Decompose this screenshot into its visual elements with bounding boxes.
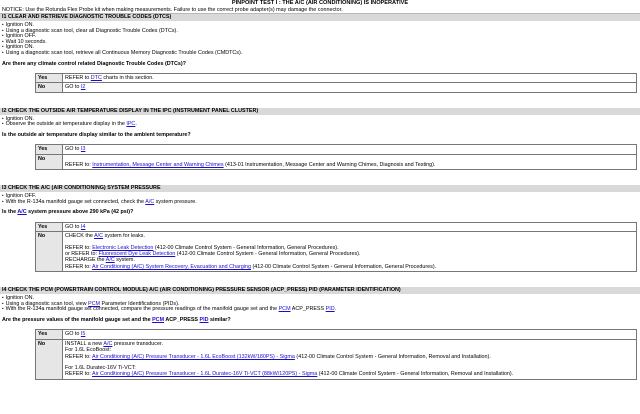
answer-row-no: No INSTALL a new A/C pressure transducer… (35, 338, 637, 380)
answer-label: Yes (35, 72, 63, 84)
answer-label: Yes (35, 329, 63, 340)
answer-text: REFER to: Instrumentation, Message Cente… (62, 153, 637, 171)
answer-row-no: No REFER to: Instrumentation, Message Ce… (35, 153, 637, 171)
answer-label: No (35, 82, 63, 93)
answer-text: INSTALL a new A/C pressure transducer. F… (62, 338, 637, 380)
answer-label: No (35, 153, 63, 171)
answer-table: Yes GO to I4 No CHECK the A/C system for… (35, 221, 637, 273)
answer-text: GO to I4 (62, 221, 637, 233)
answer-pre: REFER to (65, 74, 91, 81)
answer-row-yes: Yes GO to I4 (35, 221, 637, 233)
ipc-link[interactable]: IPC (126, 121, 135, 128)
answer-post: (412-00 Climate Control System - General… (250, 263, 437, 270)
answer-table: Yes GO to I3 No REFER to: Instrumentatio… (35, 144, 637, 171)
answer-row-no: No GO to I2 (35, 82, 637, 93)
answer-line: REFER to: Air Conditioning (A/C) System … (65, 264, 634, 270)
question-mid: ACP_PRESS (164, 317, 200, 323)
dtc-link[interactable]: DTC (91, 75, 102, 81)
transducer-duratec-link[interactable]: Air Conditioning (A/C) Pressure Transduc… (92, 371, 317, 377)
answer-pre: REFER to: (65, 263, 92, 270)
bullet-text: With the R-134a manifold gauge set conne… (5, 306, 279, 313)
goto-i5-link[interactable]: I5 (81, 331, 86, 337)
ac-link[interactable]: A/C (106, 257, 115, 263)
bullet-text: ACP_PRESS (290, 306, 326, 313)
answer-pre: GO to (65, 84, 81, 91)
question-post: similar? (208, 317, 231, 323)
notice: NOTICE: Use the Rotunda Flex Probe kit w… (0, 6, 640, 14)
pid-link[interactable]: PID (200, 317, 209, 323)
answer-pre: GO to (65, 331, 81, 338)
answer-row-yes: Yes REFER to DTC charts in this section. (35, 72, 637, 84)
step-bullets: Ignition ON. Using a diagnostic scan too… (0, 22, 640, 55)
goto-i2-link[interactable]: I2 (81, 84, 86, 90)
goto-i4-link[interactable]: I4 (81, 224, 86, 230)
step-i2: I2 CHECK THE OUTSIDE AIR TEMPERATURE DIS… (0, 107, 640, 171)
answer-row-yes: Yes GO to I5 (35, 329, 637, 340)
answer-pre: or REFER to: (65, 251, 99, 257)
step-header: I1 CLEAR AND RETRIEVE DIAGNOSTIC TROUBLE… (0, 14, 640, 21)
step-header: I2 CHECK THE OUTSIDE AIR TEMPERATURE DIS… (0, 107, 640, 115)
answer-text: GO to I2 (62, 82, 637, 93)
answer-post: system. (114, 257, 135, 264)
step-header: I3 CHECK THE A/C (AIR CONDITIONING) SYST… (0, 185, 640, 193)
answer-post: pressure transducer. (112, 340, 163, 347)
step-bullets: Ignition ON. Observe the outside air tem… (0, 116, 640, 127)
answer-text: REFER to DTC charts in this section. (62, 72, 637, 84)
answer-pre: REFER to: (65, 244, 93, 251)
answer-row-no: No CHECK the A/C system for leaks. REFER… (35, 231, 637, 273)
bullet-text: Observe the outside air temperature disp… (5, 121, 127, 128)
ac-link[interactable]: A/C (145, 199, 154, 205)
answer-text: CHECK the A/C system for leaks. REFER to… (62, 231, 637, 273)
step-i3: I3 CHECK THE A/C (AIR CONDITIONING) SYST… (0, 185, 640, 273)
step-bullets: Ignition OFF. With the R-134a manifold g… (0, 193, 640, 205)
answer-post: (412-00 Climate Control System - General… (175, 251, 361, 257)
answer-table: Yes GO to I5 No INSTALL a new A/C pressu… (35, 329, 637, 380)
answer-post: (413-01 Instrumentation, Message Center … (223, 161, 436, 168)
answer-pre: INSTALL a new (65, 340, 104, 347)
answer-label: Yes (35, 221, 63, 233)
answer-post: (412-00 Climate Control System - General… (317, 371, 514, 378)
answer-pre: REFER to: (65, 371, 92, 378)
pid-link[interactable]: PID (326, 306, 335, 313)
answer-pre: REFER to: (65, 161, 93, 168)
bullet-text: With the R-134a manifold gauge set conne… (5, 198, 146, 205)
instrumentation-link[interactable]: Instrumentation, Message Center and Warn… (92, 162, 223, 168)
transducer-ecoboost-link[interactable]: Air Conditioning (A/C) Pressure Transduc… (92, 354, 295, 360)
answer-label: No (35, 231, 63, 273)
answer-label: No (35, 338, 63, 380)
step-header: I4 CHECK THE PCM (POWERTRAIN CONTROL MOD… (0, 287, 640, 295)
bullet-text: system pressure. (154, 198, 197, 205)
answer-pre: GO to (65, 146, 81, 153)
dye-leak-link[interactable]: Fluorescent Dye Leak Detection (99, 251, 176, 257)
ac-link[interactable]: A/C (94, 233, 103, 239)
question-pre: Is the (2, 209, 18, 216)
step-i4: I4 CHECK THE PCM (POWERTRAIN CONTROL MOD… (0, 287, 640, 380)
answer-pre: CHECK the (65, 233, 95, 240)
recovery-link[interactable]: Air Conditioning (A/C) System Recovery, … (92, 264, 251, 270)
answer-text: GO to I3 (62, 144, 637, 155)
goto-i3-link[interactable]: I3 (81, 146, 86, 152)
ac-link[interactable]: A/C (17, 209, 26, 215)
ac-link[interactable]: A/C (103, 341, 112, 347)
answer-post: charts in this section. (101, 74, 154, 81)
answer-pre: REFER to: (65, 353, 92, 360)
step-i1: I1 CLEAR AND RETRIEVE DIAGNOSTIC TROUBLE… (0, 14, 640, 93)
answer-text: GO to I5 (62, 329, 637, 340)
question-pre: Are the pressure values of the manifold … (2, 317, 153, 323)
answer-table: Yes REFER to DTC charts in this section.… (35, 72, 637, 93)
answer-post: (412-00 Climate Control System - General… (153, 244, 339, 251)
question-post: system pressure above 290 kPa (42 psi)? (26, 209, 134, 216)
answer-row-yes: Yes GO to I3 (35, 144, 637, 155)
answer-line: REFER to: Air Conditioning (A/C) Pressur… (65, 371, 634, 377)
pcm-link[interactable]: PCM (152, 317, 164, 323)
pcm-link[interactable]: PCM (279, 306, 291, 313)
answer-post: system for leaks. (103, 233, 146, 240)
answer-pre: GO to (65, 223, 81, 230)
answer-pre: RECHARGE the (65, 257, 106, 264)
electronic-leak-link[interactable]: Electronic Leak Detection (92, 245, 153, 251)
step-bullets: Ignition ON. Using a diagnostic scan too… (0, 295, 640, 313)
answer-label: Yes (35, 144, 63, 155)
answer-post: (412-00 Climate Control System - General… (294, 353, 491, 360)
